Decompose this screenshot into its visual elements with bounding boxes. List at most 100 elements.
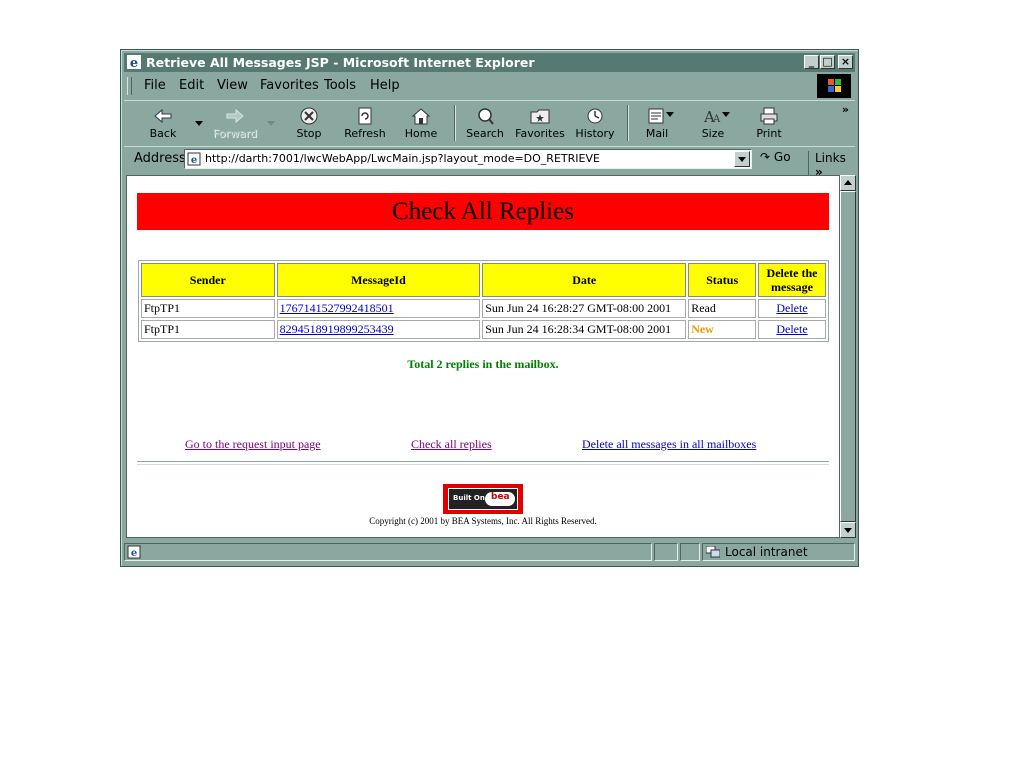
home-label: Home [404,127,438,140]
close-button[interactable]: × [838,55,853,69]
messages-table: Sender MessageId Date Status Delete the … [138,260,829,342]
forward-button[interactable]: Forward [210,104,260,142]
badge-text: Built On [453,494,485,502]
menu-view[interactable]: View [217,78,248,93]
favorites-folder-icon [530,109,550,124]
page-icon: e [187,152,201,166]
stop-button[interactable]: Stop [284,104,334,142]
address-url[interactable]: http://darth:7001/lwcWebApp/LwcMain.jsp?… [205,152,600,165]
home-button[interactable]: Home [396,104,446,142]
status-security-pane [680,543,700,561]
header-status: Status [688,263,757,297]
scroll-thumb[interactable] [840,191,856,522]
svg-text:e: e [191,155,197,166]
address-bar: Address e http://darth:7001/lwcWebApp/Lw… [124,146,855,179]
table-header-row: Sender MessageId Date Status Delete the … [141,263,826,297]
mail-label: Mail [645,127,669,140]
status-zone-pane: Local intranet [702,543,855,561]
menu-tools[interactable]: Tools [324,78,356,93]
print-button[interactable]: Print [744,104,794,142]
address-dropdown-icon[interactable] [734,151,750,167]
menu-grip[interactable] [127,77,132,95]
back-button[interactable]: Back [138,104,188,142]
go-button[interactable]: ↷ Go [760,150,791,164]
favorites-button[interactable]: Favorites [515,104,565,142]
header-sender: Sender [141,263,275,297]
cell-message-id: 1767141527992418501 [276,299,481,318]
message-id-link[interactable]: 8294518919899253439 [280,322,394,336]
favorites-label: Favorites [515,127,565,140]
page-content: Check All Replies Sender MessageId Date … [126,175,840,538]
print-label: Print [756,127,782,140]
history-button[interactable]: History [570,104,620,142]
delete-link[interactable]: Delete [776,322,807,336]
status-progress-pane [654,543,678,561]
delete-all-messages-link[interactable]: Delete all messages in all mailboxes [582,437,756,452]
cell-date: Sun Jun 24 16:28:27 GMT-08:00 2001 [482,299,687,318]
size-button[interactable]: AA Size [688,104,738,142]
intranet-icon [706,546,720,558]
menu-bar: File Edit View Favorites Tools Help [124,74,855,98]
address-input[interactable]: e http://darth:7001/lwcWebApp/LwcMain.js… [184,149,752,169]
bea-logo-text: bea [491,492,510,502]
built-on-bea-badge[interactable]: Built On bea [443,484,523,514]
divider [137,461,829,465]
check-all-replies-link[interactable]: Check all replies [411,437,492,452]
font-size-icon: AA [703,108,721,126]
toolbar-separator [627,105,629,141]
refresh-icon [358,107,372,125]
search-button[interactable]: Search [460,104,510,142]
history-label: History [575,127,615,140]
history-icon [587,108,603,124]
bea-logo-icon: bea [485,492,515,506]
back-arrow-icon [154,108,172,124]
scroll-down-button[interactable] [840,522,856,538]
home-icon [411,108,431,125]
cell-date: Sun Jun 24 16:28:34 GMT-08:00 2001 [482,320,687,339]
title-bar[interactable]: e Retrieve All Messages JSP - Microsoft … [124,53,855,72]
forward-dropdown-icon[interactable] [267,121,275,126]
window-title: Retrieve All Messages JSP - Microsoft In… [146,55,535,70]
message-id-link[interactable]: 1767141527992418501 [280,301,394,315]
svg-text:A: A [712,114,721,125]
header-delete: Delete the message [758,263,826,297]
standard-toolbar: Back Forward Stop Refresh Home Search Fa… [124,100,855,145]
minimize-button[interactable]: _ [804,55,819,69]
vertical-scrollbar[interactable] [840,175,856,538]
page-title: Check All Replies [137,193,829,230]
go-label: Go [773,150,791,164]
cell-delete: Delete [758,320,826,339]
cell-message-id: 8294518919899253439 [276,320,481,339]
header-message-id: MessageId [276,263,481,297]
request-input-link[interactable]: Go to the request input page [185,437,321,452]
badge-inner: Built On bea [448,488,518,510]
scroll-up-button[interactable] [840,175,856,191]
refresh-button[interactable]: Refresh [340,104,390,142]
mail-button[interactable]: Mail [632,104,682,142]
search-icon [478,108,494,125]
menu-edit[interactable]: Edit [179,78,204,93]
menu-favorites[interactable]: Favorites [260,78,319,93]
menu-file[interactable]: File [144,78,166,93]
ie-icon: e [127,55,141,69]
back-label: Back [149,127,177,140]
stop-icon [300,107,318,125]
menu-help[interactable]: Help [370,78,400,93]
close-icon: × [840,55,851,68]
size-dropdown-icon[interactable] [722,112,730,117]
mail-dropdown-icon[interactable] [666,112,674,117]
svg-text:e: e [130,56,138,69]
toolbar-chevron-icon[interactable]: » [842,103,849,116]
windows-logo-icon [817,74,851,98]
cell-sender: FtpTP1 [141,320,275,339]
maximize-button[interactable]: □ [820,55,835,69]
cell-delete: Delete [758,299,826,318]
address-label: Address [134,151,186,166]
back-dropdown-icon[interactable] [195,121,203,126]
minimize-icon: _ [808,55,815,68]
maximize-icon: □ [822,55,833,68]
zone-label: Local intranet [725,545,808,559]
printer-icon [760,107,778,125]
toolbar-separator [454,105,456,141]
delete-link[interactable]: Delete [776,301,807,315]
